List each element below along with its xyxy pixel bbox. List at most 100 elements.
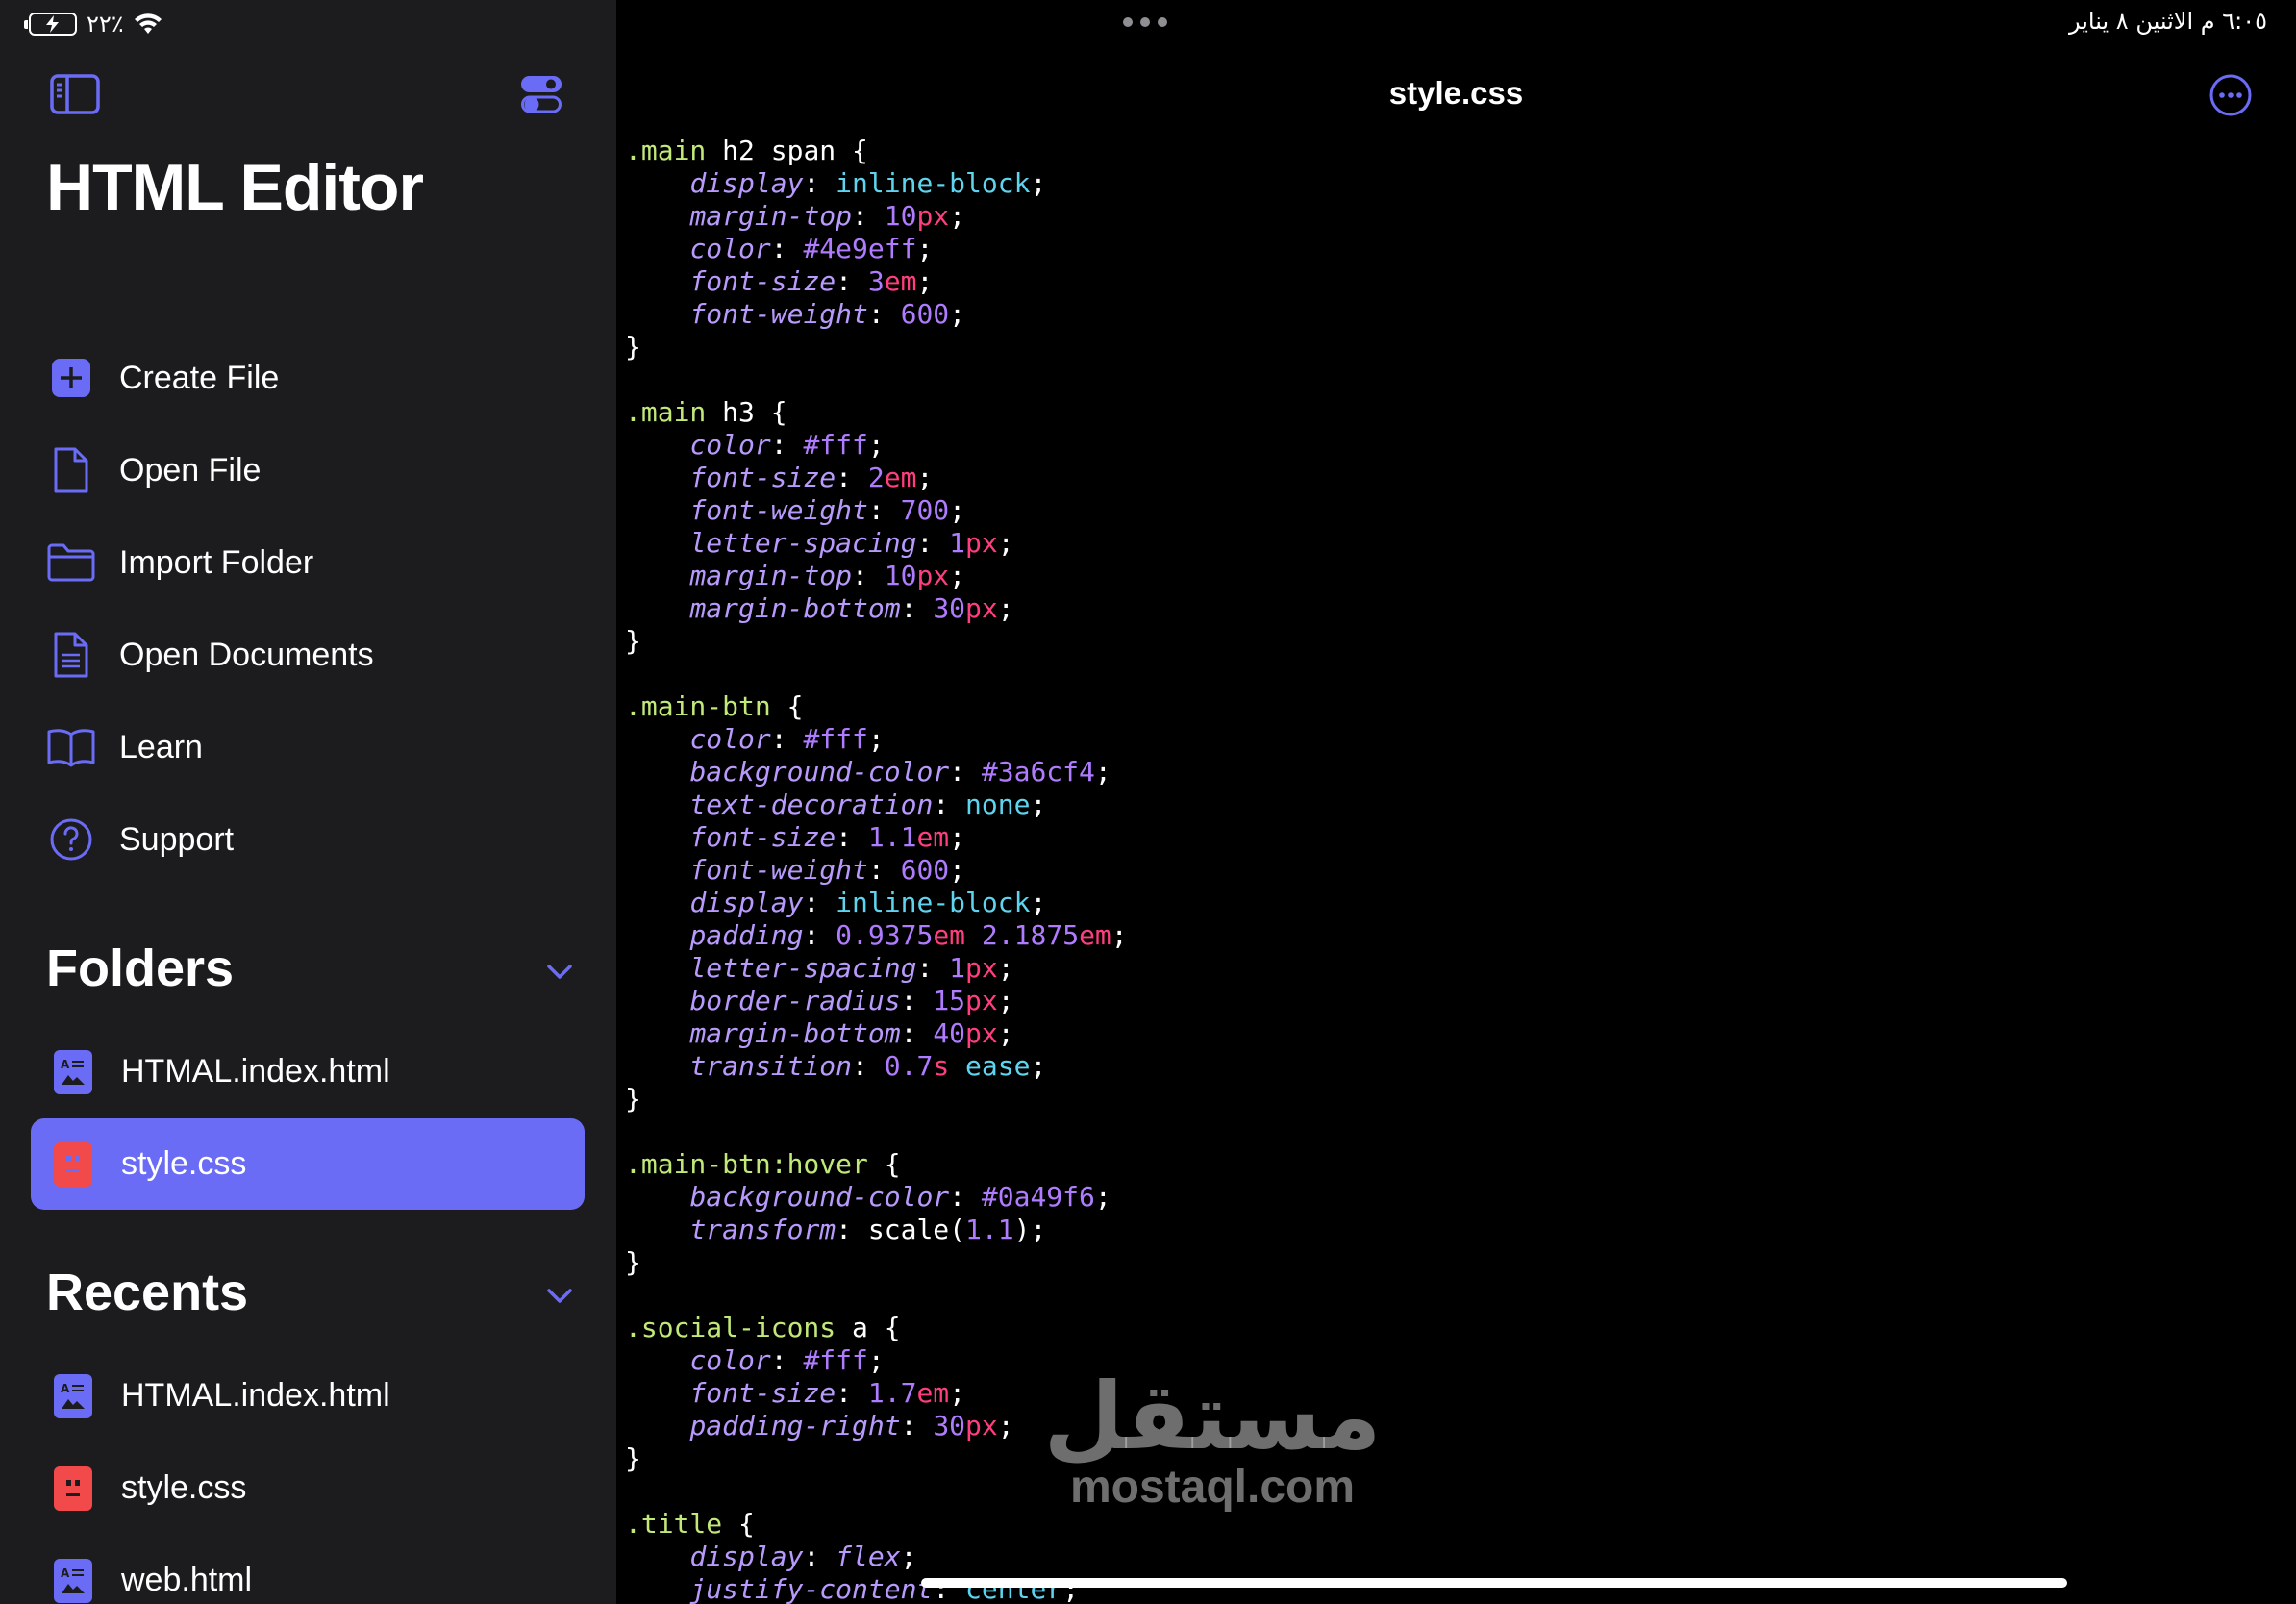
code-line: font-size: 3em; [689, 265, 934, 297]
document-icon [46, 445, 96, 495]
code-line: font-size: 2em; [689, 462, 934, 493]
code-line: font-weight: 700; [689, 494, 966, 526]
folder-file-html[interactable]: A HTMAL.index.html [31, 1026, 585, 1117]
code-line: margin-top: 10px; [689, 560, 966, 591]
menu-open-documents[interactable]: Open Documents [31, 616, 585, 693]
html-file-icon: A [54, 1049, 92, 1094]
question-circle-icon [46, 815, 96, 865]
plus-square-icon [46, 353, 96, 403]
folder-file-css-selected[interactable]: style.css [31, 1118, 585, 1210]
css-file-icon [54, 1141, 92, 1187]
chevron-down-icon[interactable] [543, 1279, 576, 1312]
sidebar-toggle-icon[interactable] [49, 73, 101, 115]
watermark: مستقل mostaql.com [1001, 1370, 1424, 1513]
app-title: HTML Editor [46, 151, 424, 224]
code-line: padding-right: 30px; [689, 1410, 1014, 1441]
code-line: text-decoration: none; [689, 789, 1047, 820]
html-file-icon: A [54, 1558, 92, 1603]
more-options-icon[interactable] [2209, 73, 2253, 117]
code-line: color: #4e9eff; [689, 233, 934, 264]
multitasking-dots-icon[interactable] [1123, 15, 1167, 29]
book-icon [46, 722, 96, 772]
code-line: } [625, 1246, 641, 1278]
file-label: HTMAL.index.html [121, 1377, 390, 1414]
battery-charging-icon [24, 13, 77, 36]
code-line: .main h3 { [625, 396, 787, 428]
code-line: border-radius: 15px; [689, 985, 1014, 1016]
file-label: style.css [121, 1145, 247, 1182]
code-line: transform: scale(1.1); [689, 1214, 1047, 1245]
code-text-area[interactable]: .main h2 span { display: inline-block; m… [625, 135, 2296, 1604]
ipad-screen: ٢٢٪ HTML Editor Create File Open File Im… [0, 0, 2296, 1604]
menu-label: Learn [119, 728, 203, 765]
wifi-icon [134, 13, 162, 34]
menu-label: Open Documents [119, 636, 374, 673]
battery-percent: ٢٢٪ [87, 11, 124, 38]
code-line: padding: 0.9375em 2.1875em; [689, 919, 1128, 951]
code-line: color: #fff; [689, 723, 885, 755]
css-file-icon [54, 1466, 92, 1511]
menu-label: Import Folder [119, 543, 314, 581]
code-line: .main h2 span { [625, 135, 868, 166]
menu-support[interactable]: Support [31, 801, 585, 878]
code-line: } [625, 331, 641, 363]
recent-file-css[interactable]: style.css [31, 1442, 585, 1534]
code-line: transition: 0.7s ease; [689, 1050, 1047, 1082]
code-line: .title { [625, 1508, 755, 1540]
folders-title: Folders [46, 940, 235, 997]
code-line: letter-spacing: 1px; [689, 527, 1014, 559]
code-line: margin-top: 10px; [689, 200, 966, 232]
code-line: font-size: 1.7em; [689, 1377, 966, 1409]
settings-toggles-icon[interactable] [517, 73, 569, 115]
recent-file-html[interactable]: A HTMAL.index.html [31, 1350, 585, 1441]
code-line: background-color: #3a6cf4; [689, 756, 1111, 788]
menu-create-file[interactable]: Create File [31, 339, 585, 416]
svg-text:A: A [61, 1058, 70, 1071]
code-line: .social-icons a { [625, 1312, 901, 1343]
menu-label: Create File [119, 359, 280, 396]
menu-open-file[interactable]: Open File [31, 432, 585, 509]
watermark-arabic: مستقل [1043, 1363, 1382, 1470]
code-line: color: #fff; [689, 429, 885, 461]
code-line: background-color: #0a49f6; [689, 1181, 1111, 1213]
menu-learn[interactable]: Learn [31, 709, 585, 786]
code-line: color: #fff; [689, 1344, 885, 1376]
file-label: HTMAL.index.html [121, 1053, 390, 1090]
code-line: .main-btn:hover { [625, 1148, 901, 1180]
svg-text:A: A [61, 1382, 70, 1395]
menu-import-folder[interactable]: Import Folder [31, 524, 585, 601]
code-editor-pane: ٦:٠٥ م الاثنين ٨ يناير style.css .main h… [616, 0, 2296, 1604]
html-file-icon: A [54, 1373, 92, 1418]
code-line: margin-bottom: 30px; [689, 592, 1014, 624]
code-line: } [625, 1442, 641, 1474]
code-line: display: flex; [689, 1541, 917, 1572]
code-line: font-weight: 600; [689, 854, 966, 886]
code-line: } [625, 625, 641, 657]
recents-title: Recents [46, 1264, 249, 1321]
svg-text:A: A [61, 1566, 70, 1580]
code-line: .main-btn { [625, 690, 804, 722]
code-line: margin-bottom: 40px; [689, 1017, 1014, 1049]
sidebar: ٢٢٪ HTML Editor Create File Open File Im… [0, 0, 616, 1604]
code-line: letter-spacing: 1px; [689, 952, 1014, 984]
file-label: style.css [121, 1469, 247, 1506]
chevron-down-icon[interactable] [543, 955, 576, 988]
code-line: display: inline-block; [689, 887, 1047, 918]
recent-file-web-html[interactable]: A web.html [31, 1535, 585, 1604]
status-bar-left: ٢٢٪ [24, 10, 162, 38]
code-line: display: inline-block; [689, 167, 1047, 199]
menu-label: Support [119, 820, 235, 858]
code-line: font-weight: 600; [689, 298, 966, 330]
code-line: font-size: 1.1em; [689, 821, 966, 853]
file-label: web.html [121, 1562, 253, 1598]
home-indicator[interactable] [921, 1578, 2067, 1588]
documents-icon [46, 630, 96, 680]
code-line: } [625, 1083, 641, 1115]
folder-icon [46, 538, 96, 588]
file-title: style.css [1388, 75, 1524, 111]
